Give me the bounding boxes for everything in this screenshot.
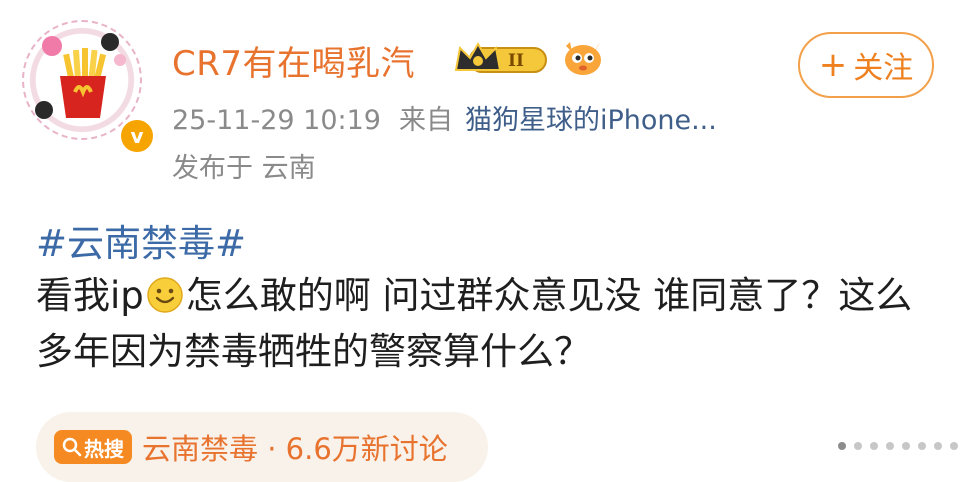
hashtag-link[interactable]: #云南禁毒# — [36, 213, 246, 267]
plus-icon: + — [818, 45, 848, 85]
vip-crown-badge-icon: II — [454, 41, 547, 73]
follow-label: 关注 — [853, 51, 914, 86]
svg-text:II: II — [508, 51, 524, 71]
trending-topic-pill[interactable]: 热搜 云南禁毒 · 6.6万新讨论 — [36, 412, 488, 482]
search-icon — [62, 437, 82, 457]
page-indicator — [838, 442, 960, 450]
page-dot — [950, 442, 958, 450]
page-dot — [934, 442, 942, 450]
post-timestamp: 25-11-29 10:19 — [172, 105, 381, 136]
username[interactable]: CR7有在喝乳汽 — [172, 36, 415, 85]
avatar[interactable]: v — [22, 20, 156, 155]
page-dot — [918, 442, 926, 450]
verified-badge-icon: v — [118, 117, 156, 155]
source-label: 来自 — [398, 105, 453, 136]
follow-button[interactable]: + 关注 — [798, 32, 934, 98]
fish-emoji-icon — [565, 42, 601, 75]
page-dot-active — [838, 442, 846, 450]
post-meta: 25-11-29 10:19 来自 猫狗星球的iPhone... — [172, 98, 717, 137]
page-dot — [870, 442, 878, 450]
hot-search-label: 热搜 — [84, 436, 124, 461]
post-content: 看我ip 怎么敢的啊 问过群众意见没 谁同意了？这么多年因为禁毒牺牲的警察算什么… — [36, 268, 916, 380]
post-text-part1: 看我ip — [36, 274, 144, 317]
post-location: 发布于 云南 — [172, 153, 316, 184]
source-device-link[interactable]: 猫狗星球的iPhone... — [465, 105, 717, 136]
page-dot — [902, 442, 910, 450]
page-dot — [886, 442, 894, 450]
hot-search-badge: 热搜 — [54, 430, 132, 464]
trending-topic-text: 云南禁毒 · 6.6万新讨论 — [142, 432, 448, 466]
smile-emoji-icon — [147, 277, 183, 313]
page-dot — [854, 442, 862, 450]
